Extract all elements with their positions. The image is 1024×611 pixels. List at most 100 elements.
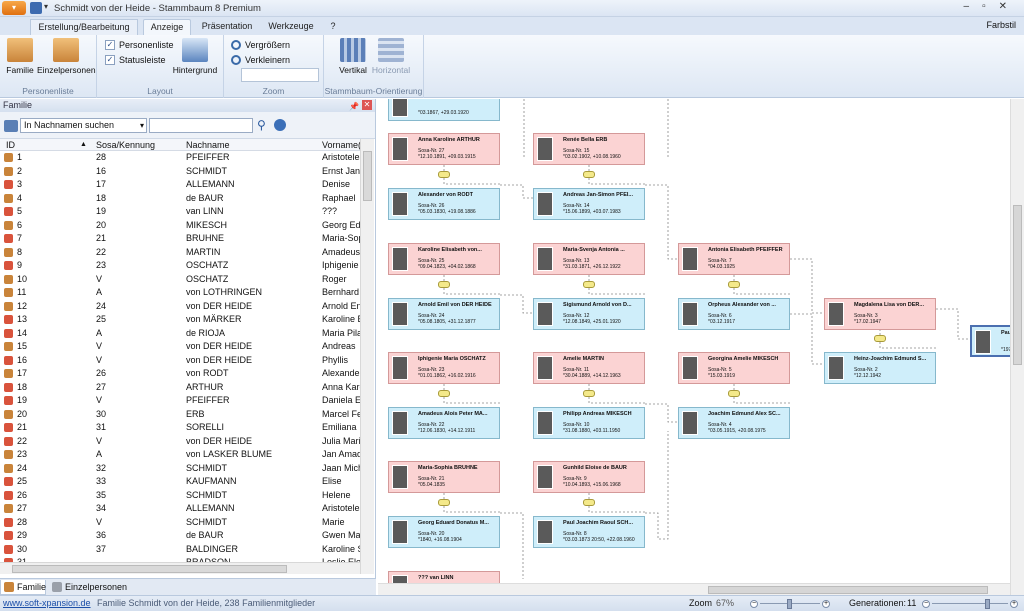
scroll-thumb[interactable] [363, 151, 372, 201]
table-row[interactable]: 21 31 SORELLI Emiliana [0, 421, 360, 435]
personenliste-checkbox[interactable]: ✓ Personenliste [105, 40, 174, 50]
vertikal-button[interactable]: Vertikal [336, 38, 370, 75]
statusleiste-checkbox[interactable]: ✓ Statusleiste [105, 55, 166, 65]
verkleinern-button[interactable]: Verkleinern [231, 55, 290, 65]
table-row[interactable]: 10 V OSCHATZ Roger [0, 273, 360, 287]
tab-einzelpersonen[interactable]: Einzelpersonen [49, 580, 129, 595]
person-card[interactable]: Arnold Emil von DER HEIDE Sosa-Nr. 24 *05.… [388, 298, 500, 330]
person-card[interactable]: Georgina Amelie MIKESCH Sosa-Nr. 5 *15.03.… [678, 352, 790, 384]
table-row[interactable]: 16 Vvon DER HEIDE Phyllis [0, 354, 360, 368]
person-card[interactable]: Heinz-Joachim Edmund S... Sosa-Nr. 2 *12.1… [824, 352, 936, 384]
table-row[interactable]: 15 Vvon DER HEIDE Andreas [0, 340, 360, 354]
slider-thumb[interactable] [787, 599, 792, 609]
person-card[interactable]: Paul *1971 [970, 325, 1010, 357]
tree-horizontal-scrollbar[interactable] [378, 583, 1010, 595]
person-card[interactable]: Karoline Elisabeth von... Sosa-Nr. 25 *09.… [388, 243, 500, 275]
table-row[interactable]: 9 23 OSCHATZ Iphigenie [0, 259, 360, 273]
person-card[interactable]: Sigismund Arnold von D... Sosa-Nr. 12 *12.… [533, 298, 645, 330]
table-row[interactable]: 1 28 PFEIFFER Aristoteles [0, 151, 360, 165]
plus-icon[interactable]: + [822, 600, 830, 608]
table-row[interactable]: 22 Vvon DER HEIDE Julia Mari [0, 435, 360, 449]
scroll-thumb[interactable] [1013, 205, 1022, 365]
search-input[interactable] [149, 118, 253, 133]
table-row[interactable]: 12 24 von DER HEIDE Arnold En [0, 300, 360, 314]
person-card[interactable]: Gunhild Eloise de BAUR Sosa-Nr. 9 *10.04.1… [533, 461, 645, 493]
person-card[interactable]: Antonia Elisabeth PFEIFFER Sosa-Nr. 7 *04.… [678, 243, 790, 275]
tab-praesentation[interactable]: Präsentation [197, 19, 257, 35]
column-header-id[interactable]: ID [6, 140, 15, 150]
website-link[interactable]: www.soft-xpansion.de [3, 596, 91, 611]
generations-slider[interactable]: − + [922, 599, 1018, 609]
table-row[interactable]: 28 V SCHMIDT Marie [0, 516, 360, 530]
table-row[interactable]: 25 33 KAUFMANN Elise [0, 475, 360, 489]
app-menu-button[interactable]: ▾ [2, 1, 26, 15]
person-card[interactable]: Paul Joachim Raoul SCH... Sosa-Nr. 8 *03.0… [533, 516, 645, 548]
table-row[interactable]: 4 18 de BAUR Raphael [0, 192, 360, 206]
column-header-vorname[interactable]: Vorname(n [322, 140, 360, 150]
close-icon[interactable]: ✕ [999, 1, 1020, 12]
person-card[interactable]: Amelie MARTIN Sosa-Nr. 11 *30.04.1889, +14… [533, 352, 645, 384]
column-header-sosa[interactable]: Sosa/Kennung [96, 140, 155, 150]
zoom-slider[interactable]: − + [750, 599, 830, 609]
person-card[interactable]: Philipp Andreas MIKESCH Sosa-Nr. 10 *31.08… [533, 407, 645, 439]
tab-anzeige[interactable]: Anzeige [143, 19, 191, 35]
panel-close-icon[interactable]: ✕ [362, 100, 372, 110]
maximize-icon[interactable]: ▫ [982, 1, 999, 12]
table-row[interactable]: 5 19 van LINN??? [0, 205, 360, 219]
person-card[interactable]: Maria-Svenja Antonia ... Sosa-Nr. 13 *31.0… [533, 243, 645, 275]
minimize-icon[interactable]: – [964, 1, 983, 12]
find-person-icon[interactable] [274, 119, 286, 131]
table-row[interactable]: 8 22 MARTIN Amadeus [0, 246, 360, 260]
person-card[interactable]: Renée Bella ERB Sosa-Nr. 15 *03.02.1902, +… [533, 133, 645, 165]
minus-icon[interactable]: − [750, 600, 758, 608]
einzelpersonen-button[interactable]: Einzelpersonen [37, 38, 96, 75]
scroll-thumb[interactable] [12, 565, 287, 573]
table-row[interactable]: 18 27 ARTHUR Anna Karo [0, 381, 360, 395]
table-row[interactable]: 2 16 SCHMIDT Ernst Jan F [0, 165, 360, 179]
tab-werkzeuge[interactable]: Werkzeuge [264, 19, 318, 35]
person-card[interactable]: Amadeus Alois Peter MA... Sosa-Nr. 22 *12.… [388, 407, 500, 439]
person-card[interactable]: Andreas Jan-Simon PFEI... Sosa-Nr. 14 *15.… [533, 188, 645, 220]
table-row[interactable]: 17 26 von RODT Alexander [0, 367, 360, 381]
person-card[interactable]: Joachim Edmund Alex SC... Sosa-Nr. 4 *03.0… [678, 407, 790, 439]
tab-erstellung[interactable]: Erstellung/Bearbeitung [30, 19, 138, 35]
horizontal-button[interactable]: Horizontal [370, 38, 412, 75]
farbstil-menu[interactable]: Farbstil [986, 20, 1016, 30]
table-row[interactable]: 14 Ade RIOJA Maria Pila [0, 327, 360, 341]
person-card[interactable]: Georg Eduard Donatus M... Sosa-Nr. 20 *184… [388, 516, 500, 548]
table-row[interactable]: 20 30 ERB Marcel Fe [0, 408, 360, 422]
table-row[interactable]: 11 Avon LOTHRINGEN Bernhard [0, 286, 360, 300]
table-row[interactable]: 26 35 SCHMIDT Helene [0, 489, 360, 503]
vergroessern-button[interactable]: Vergrößern [231, 40, 290, 50]
plus-icon[interactable]: + [1010, 600, 1018, 608]
person-card[interactable]: Anna Karoline ARTHUR Sosa-Nr. 27 *12.10.18… [388, 133, 500, 165]
search-options-icon[interactable] [4, 120, 18, 132]
search-mode-select[interactable]: In Nachnamen suchen ▾ [20, 118, 147, 133]
person-card[interactable]: Magdalena Lisa von DER... Sosa-Nr. 3 *17.0… [824, 298, 936, 330]
tree-vertical-scrollbar[interactable] [1010, 99, 1024, 595]
table-row[interactable]: 29 36 de BAUR Gwen Mar [0, 529, 360, 543]
person-card[interactable]: *03.1867, +29.03.1920 [388, 99, 500, 121]
table-row[interactable]: 24 32 SCHMIDT Jaan Mich [0, 462, 360, 476]
family-tree-canvas[interactable]: *03.1867, +29.03.1920 Anna Karoline ARTHU… [378, 99, 1010, 595]
table-row[interactable]: 27 34 ALLEMANN Aristoteles [0, 502, 360, 516]
window-controls[interactable]: –▫✕ [964, 1, 1021, 12]
table-horizontal-scrollbar[interactable] [0, 562, 360, 574]
table-row[interactable]: 7 21 BRUHNE Maria-Sop [0, 232, 360, 246]
person-card[interactable]: Iphigenie Maria OSCHATZ Sosa-Nr. 23 *01.01… [388, 352, 500, 384]
table-row[interactable]: 3 17 ALLEMANN Denise [0, 178, 360, 192]
slider-thumb[interactable] [985, 599, 991, 609]
column-header-nachname[interactable]: Nachname [186, 140, 230, 150]
table-row[interactable]: 23 Avon LASKER BLUME Jan Amad [0, 448, 360, 462]
tab-help[interactable]: ? [326, 19, 340, 35]
person-card[interactable]: Alexander von RODT Sosa-Nr. 26 *05.03.1830… [388, 188, 500, 220]
minus-icon[interactable]: − [922, 600, 930, 608]
quick-access-dropdown-icon[interactable]: ▾ [44, 2, 48, 11]
hintergrund-button[interactable]: Hintergrund [170, 38, 220, 75]
table-vertical-scrollbar[interactable] [360, 139, 374, 574]
person-card[interactable]: Maria-Sophia BRUHNE Sosa-Nr. 21 *05.04.183… [388, 461, 500, 493]
person-card[interactable]: Orpheus Alexander von ... Sosa-Nr. 6 *03.1… [678, 298, 790, 330]
table-row[interactable]: 19 V PFEIFFER Daniela Er [0, 394, 360, 408]
tab-familie[interactable]: Familie [0, 580, 46, 595]
table-row[interactable]: 13 25 von MÄRKER Karoline E [0, 313, 360, 327]
